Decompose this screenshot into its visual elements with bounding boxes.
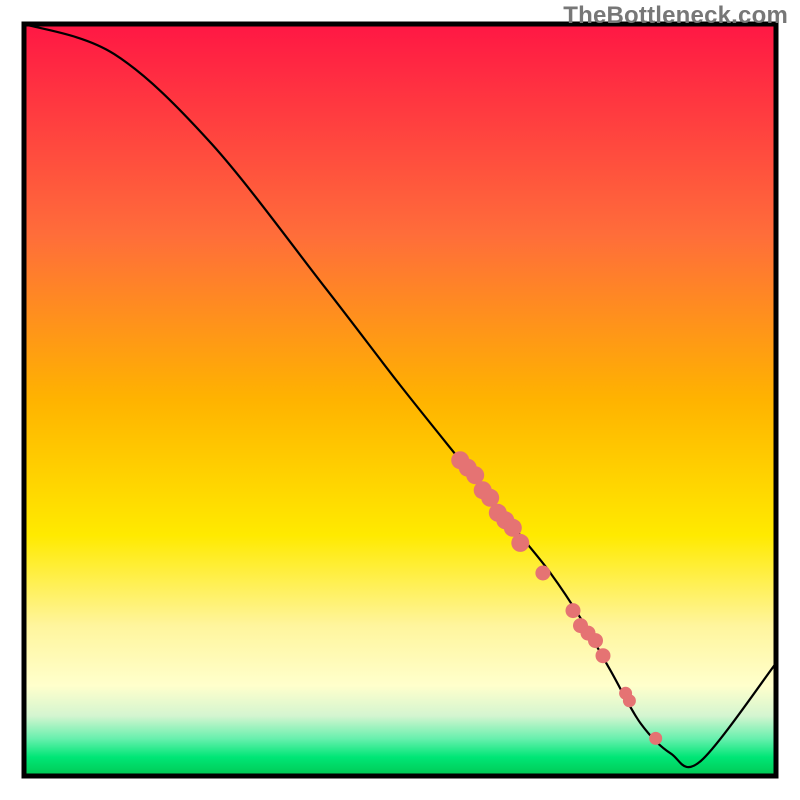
data-point [511, 534, 529, 552]
chart-stage: TheBottleneck.com [0, 0, 800, 800]
watermark-label: TheBottleneck.com [563, 2, 788, 30]
plot-background [24, 24, 776, 776]
data-point [535, 566, 550, 581]
data-point [588, 633, 603, 648]
data-point [566, 603, 581, 618]
data-point [596, 648, 611, 663]
data-point [649, 732, 662, 745]
chart-svg [0, 0, 800, 800]
data-point [623, 694, 636, 707]
